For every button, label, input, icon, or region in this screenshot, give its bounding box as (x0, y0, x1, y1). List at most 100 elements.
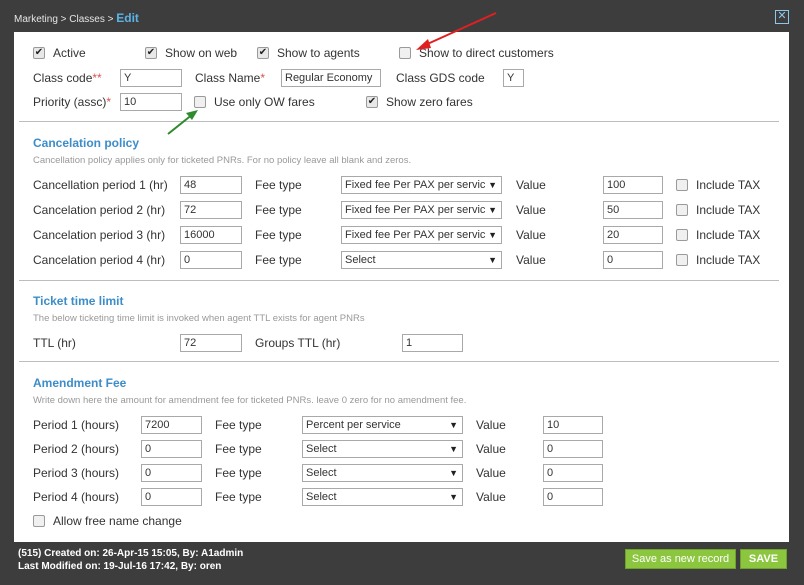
amend-value-input[interactable]: 0 (543, 440, 603, 458)
include-tax-label: Include TAX (696, 228, 761, 242)
cancel-value-input[interactable]: 20 (603, 226, 663, 244)
record-audit-info: (515) Created on: 26-Apr-15 15:05, By: A… (18, 547, 243, 573)
cancel-value-input[interactable]: 100 (603, 176, 663, 194)
cancel-fee-select[interactable]: Fixed fee Per PAX per servic ▼ (341, 201, 502, 219)
include-tax-label: Include TAX (696, 253, 761, 267)
cancel-fee-select[interactable]: Select ▼ (341, 251, 502, 269)
groups-ttl-input[interactable]: 1 (402, 334, 463, 352)
include-tax-label: Include TAX (696, 178, 761, 192)
divider (19, 121, 779, 122)
ttl-input[interactable]: 72 (180, 334, 242, 352)
chevron-down-icon: ▼ (488, 230, 497, 240)
amend-value-input[interactable]: 10 (543, 416, 603, 434)
cancel-period-label: Cancelation period 4 (hr) (33, 253, 166, 267)
show-zero-fares-checkbox[interactable]: ✔ (366, 96, 378, 108)
cancel-fee-select[interactable]: Fixed fee Per PAX per servic ▼ (341, 226, 502, 244)
include-tax-checkbox[interactable] (676, 204, 688, 216)
cancel-value-input[interactable]: 50 (603, 201, 663, 219)
close-icon[interactable]: ✕ (775, 10, 789, 24)
active-label: Active (53, 46, 86, 60)
fee-type-label: Fee type (215, 490, 262, 504)
show-to-agents-checkbox[interactable]: ✔ (257, 47, 269, 59)
show-to-agents-label: Show to agents (277, 46, 360, 60)
cancel-fee-select[interactable]: Fixed fee Per PAX per servic ▼ (341, 176, 502, 194)
show-to-direct-checkbox[interactable] (399, 47, 411, 59)
cancel-period-label: Cancelation period 3 (hr) (33, 228, 166, 242)
amend-value-input[interactable]: 0 (543, 464, 603, 482)
cancellation-title: Cancelation policy (33, 136, 140, 150)
allow-free-name-label: Allow free name change (53, 514, 182, 528)
value-label: Value (516, 203, 546, 217)
breadcrumb: Marketing > Classes > Edit (14, 11, 139, 25)
cancellation-note: Cancellation policy applies only for tic… (33, 155, 412, 166)
class-code-label: Class code** (33, 71, 102, 85)
ttl-title: Ticket time limit (33, 294, 124, 308)
amend-period-input[interactable]: 0 (141, 464, 202, 482)
amend-fee-select[interactable]: Select ▼ (302, 440, 463, 458)
value-label: Value (476, 418, 506, 432)
divider (19, 361, 779, 362)
amend-period-label: Period 1 (hours) (33, 418, 120, 432)
class-name-input[interactable]: Regular Economy (281, 69, 381, 87)
value-label: Value (476, 442, 506, 456)
amend-fee-select[interactable]: Percent per service ▼ (302, 416, 463, 434)
cancel-period-input[interactable]: 72 (180, 201, 242, 219)
amend-period-input[interactable]: 0 (141, 440, 202, 458)
dialog-titlebar: Marketing > Classes > Edit ✕ (0, 0, 804, 32)
show-zero-fares-label: Show zero fares (386, 95, 473, 109)
cancel-period-input[interactable]: 0 (180, 251, 242, 269)
breadcrumb-path: Marketing > Classes > (14, 14, 117, 25)
show-on-web-checkbox[interactable]: ✔ (145, 47, 157, 59)
cancel-period-input[interactable]: 16000 (180, 226, 242, 244)
fee-type-label: Fee type (215, 442, 262, 456)
value-label: Value (476, 466, 506, 480)
edit-form-panel: ✔ Active ✔ Show on web ✔ Show to agents … (14, 32, 789, 542)
amend-period-label: Period 4 (hours) (33, 490, 120, 504)
cancel-value-input[interactable]: 0 (603, 251, 663, 269)
allow-free-name-checkbox[interactable] (33, 515, 45, 527)
amend-value-input[interactable]: 0 (543, 488, 603, 506)
fee-type-label: Fee type (255, 178, 302, 192)
include-tax-label: Include TAX (696, 203, 761, 217)
priority-input[interactable]: 10 (120, 93, 182, 111)
use-only-ow-checkbox[interactable] (194, 96, 206, 108)
amend-period-input[interactable]: 7200 (141, 416, 202, 434)
gds-code-input[interactable]: Y (503, 69, 524, 87)
amend-period-label: Period 2 (hours) (33, 442, 120, 456)
value-label: Value (516, 178, 546, 192)
show-to-direct-label: Show to direct customers (419, 46, 554, 60)
include-tax-checkbox[interactable] (676, 229, 688, 241)
amend-period-label: Period 3 (hours) (33, 466, 120, 480)
cancel-period-input[interactable]: 48 (180, 176, 242, 194)
chevron-down-icon: ▼ (449, 468, 458, 478)
cancel-period-label: Cancelation period 2 (hr) (33, 203, 166, 217)
amendment-note: Write down here the amount for amendment… (33, 395, 467, 406)
include-tax-checkbox[interactable] (676, 254, 688, 266)
fee-type-label: Fee type (255, 203, 302, 217)
active-checkbox[interactable]: ✔ (33, 47, 45, 59)
save-button[interactable]: SAVE (740, 549, 787, 569)
fee-type-label: Fee type (255, 253, 302, 267)
fee-type-label: Fee type (215, 418, 262, 432)
use-only-ow-label: Use only OW fares (214, 95, 315, 109)
class-code-input[interactable]: Y (120, 69, 182, 87)
created-info: (515) Created on: 26-Apr-15 15:05, By: A… (18, 548, 244, 559)
chevron-down-icon: ▼ (488, 180, 497, 190)
groups-ttl-label: Groups TTL (hr) (255, 336, 341, 350)
amend-period-input[interactable]: 0 (141, 488, 202, 506)
save-as-new-button[interactable]: Save as new record (625, 549, 736, 569)
include-tax-checkbox[interactable] (676, 179, 688, 191)
fee-type-label: Fee type (255, 228, 302, 242)
value-label: Value (516, 228, 546, 242)
breadcrumb-current: Edit (116, 11, 139, 25)
chevron-down-icon: ▼ (488, 255, 497, 265)
class-name-label: Class Name* (195, 71, 266, 85)
ttl-label: TTL (hr) (33, 336, 76, 350)
modified-info: Last Modified on: 19-Jul-16 17:42, By: o… (18, 561, 222, 572)
value-label: Value (476, 490, 506, 504)
amend-fee-select[interactable]: Select ▼ (302, 464, 463, 482)
chevron-down-icon: ▼ (449, 492, 458, 502)
fee-type-label: Fee type (215, 466, 262, 480)
priority-label: Priority (assc)* (33, 95, 112, 109)
amend-fee-select[interactable]: Select ▼ (302, 488, 463, 506)
